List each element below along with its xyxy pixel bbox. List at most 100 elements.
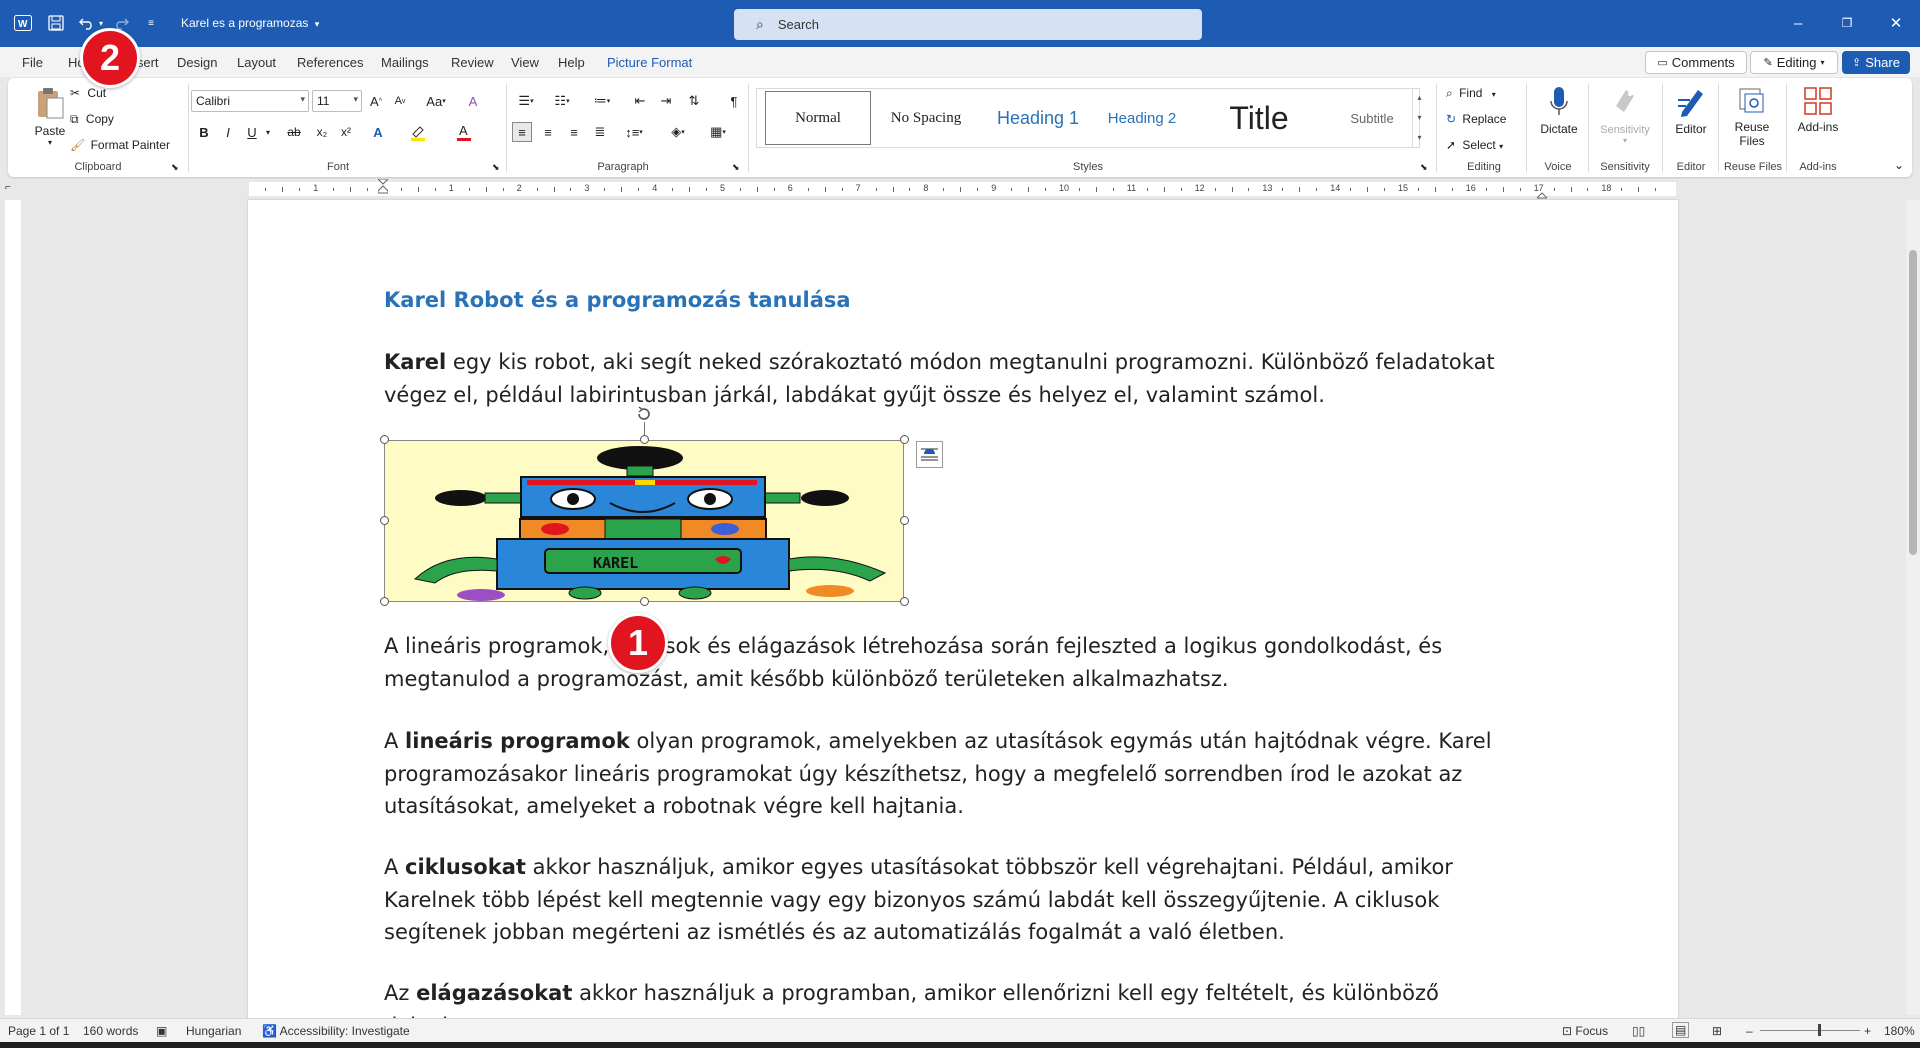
resize-handle-top-left[interactable] <box>380 435 389 444</box>
resize-handle-top[interactable] <box>640 435 649 444</box>
right-indent-marker-icon[interactable] <box>1535 187 1549 199</box>
reuse-files-button[interactable]: Reuse Files <box>1722 86 1782 148</box>
word-count[interactable]: 160 words <box>83 1024 138 1038</box>
style-heading-1[interactable]: Heading 1 <box>983 91 1093 145</box>
clipboard-launcher-icon[interactable]: ⬊ <box>171 162 179 173</box>
chevron-down-icon[interactable]: ▾ <box>258 122 278 142</box>
scrollbar-thumb[interactable] <box>1909 250 1917 555</box>
dictate-button[interactable]: Dictate <box>1532 86 1586 136</box>
format-painter-button[interactable]: 🖌 Format Painter <box>70 138 170 152</box>
cut-button[interactable]: ✂ Cut <box>70 86 106 100</box>
zoom-level[interactable]: 180% <box>1884 1024 1915 1038</box>
shading-icon[interactable]: ◈ ▾ <box>664 122 692 142</box>
tab-layout[interactable]: Layout <box>237 55 276 70</box>
italic-icon[interactable]: I <box>218 122 238 142</box>
print-layout-icon[interactable]: ▤ <box>1672 1022 1690 1038</box>
paragraph-launcher-icon[interactable]: ⬊ <box>732 162 740 173</box>
paragraph-2[interactable]: A lineáris programok, ciklusok és elágaz… <box>384 630 1534 695</box>
justify-icon[interactable]: ≣ <box>590 122 610 142</box>
change-case-icon[interactable]: Aa ▾ <box>422 91 450 111</box>
style-title[interactable]: Title <box>1197 91 1321 145</box>
comments-button[interactable]: ▭ Comments <box>1645 51 1747 74</box>
tab-review[interactable]: Review <box>451 55 494 70</box>
minimize-icon[interactable]: – <box>1778 10 1818 36</box>
styles-scroll[interactable]: ▴ ▾ ▾ <box>1412 88 1426 148</box>
customize-qat-icon[interactable]: ≡ <box>144 12 158 34</box>
layout-options-button[interactable] <box>916 441 943 468</box>
editor-button[interactable]: Editor <box>1666 86 1716 136</box>
add-ins-button[interactable]: Add-ins <box>1790 86 1846 134</box>
resize-handle-top-right[interactable] <box>900 435 909 444</box>
tab-help[interactable]: Help <box>558 55 585 70</box>
replace-button[interactable]: ↻ Replace <box>1446 112 1506 126</box>
document-heading[interactable]: Karel Robot és a programozás tanulása <box>384 288 851 312</box>
close-icon[interactable]: ✕ <box>1876 10 1916 36</box>
proofing-icon[interactable]: ▣ <box>156 1024 167 1038</box>
paragraph-loops[interactable]: A ciklusokat akkor használjuk, amikor eg… <box>384 851 1534 949</box>
word-app-icon[interactable]: W <box>12 12 34 34</box>
zoom-out-icon[interactable]: – <box>1746 1024 1753 1038</box>
select-button[interactable]: ➚ Select ▾ <box>1446 138 1503 152</box>
shrink-font-icon[interactable]: Av <box>390 91 410 111</box>
subscript-icon[interactable]: x₂ <box>312 122 332 142</box>
document-page[interactable]: Karel Robot és a programozás tanulása Ka… <box>248 200 1678 1020</box>
style-no-spacing[interactable]: No Spacing <box>873 91 979 145</box>
accessibility-status[interactable]: ♿ Accessibility: Investigate <box>262 1024 410 1038</box>
sensitivity-button[interactable]: Sensitivity ▾ <box>1592 86 1658 145</box>
editing-mode-button[interactable]: ✎ Editing ▾ <box>1750 51 1838 74</box>
align-right-icon[interactable]: ≡ <box>564 122 584 142</box>
indent-marker-icon[interactable] <box>376 178 390 199</box>
style-heading-2[interactable]: Heading 2 <box>1095 91 1189 145</box>
show-formatting-icon[interactable]: ¶ <box>724 91 744 111</box>
style-normal[interactable]: Normal <box>765 91 871 145</box>
page-count[interactable]: Page 1 of 1 <box>8 1024 69 1038</box>
paragraph-branches[interactable]: Az elágazásokat akkor használjuk a progr… <box>384 977 1534 1020</box>
increase-indent-icon[interactable]: ⇥ <box>656 91 676 111</box>
resize-handle-left[interactable] <box>380 516 389 525</box>
tab-view[interactable]: View <box>511 55 539 70</box>
karel-robot-image[interactable]: KAREL <box>384 440 904 602</box>
share-button[interactable]: ⇪ Share <box>1842 51 1910 74</box>
resize-handle-bottom-left[interactable] <box>380 597 389 606</box>
superscript-icon[interactable]: x² <box>336 122 356 142</box>
tab-references[interactable]: References <box>297 55 363 70</box>
style-subtitle[interactable]: Subtitle <box>1323 91 1421 145</box>
tab-file[interactable]: File <box>22 55 43 70</box>
align-center-icon[interactable]: ≡ <box>538 122 558 142</box>
search-input[interactable]: ⌕ Search <box>734 9 1202 40</box>
read-mode-icon[interactable]: ▯▯ <box>1632 1024 1645 1038</box>
font-family-select[interactable]: Calibri ▾ <box>191 90 309 112</box>
styles-launcher-icon[interactable]: ⬊ <box>1420 162 1428 173</box>
borders-icon[interactable]: ▦ ▾ <box>704 122 732 142</box>
paragraph-linear-programs[interactable]: A lineáris programok olyan programok, am… <box>384 725 1534 823</box>
text-effects-icon[interactable]: A <box>368 122 388 142</box>
multilevel-list-icon[interactable]: ≔ ▾ <box>588 91 616 111</box>
document-title[interactable]: Karel es a programozas ▾ <box>181 16 319 30</box>
tab-mailings[interactable]: Mailings <box>381 55 429 70</box>
font-launcher-icon[interactable]: ⬊ <box>492 162 500 173</box>
decrease-indent-icon[interactable]: ⇤ <box>630 91 650 111</box>
clear-formatting-icon[interactable]: A <box>463 91 483 111</box>
tab-design[interactable]: Design <box>177 55 217 70</box>
collapse-ribbon-icon[interactable]: ⌄ <box>1894 158 1904 172</box>
zoom-slider[interactable] <box>1760 1030 1860 1031</box>
strikethrough-icon[interactable]: ab <box>284 122 304 142</box>
resize-handle-bottom[interactable] <box>640 597 649 606</box>
tab-picture-format[interactable]: Picture Format <box>607 55 692 70</box>
grow-font-icon[interactable]: A ^ <box>366 91 386 111</box>
language-indicator[interactable]: Hungarian <box>186 1024 241 1038</box>
find-button[interactable]: ⌕ Find ▾ <box>1446 86 1496 101</box>
tab-selector-icon[interactable]: ⌐ <box>5 182 11 193</box>
resize-handle-right[interactable] <box>900 516 909 525</box>
font-size-select[interactable]: 11 ▾ <box>312 90 362 112</box>
bold-icon[interactable]: B <box>194 122 214 142</box>
vertical-scrollbar[interactable] <box>1906 200 1920 1015</box>
numbering-icon[interactable]: ☷ ▾ <box>548 91 576 111</box>
web-layout-icon[interactable]: ⊞ <box>1712 1024 1722 1038</box>
highlight-icon[interactable] <box>408 122 428 142</box>
paste-button[interactable]: Paste ▾ <box>26 86 74 147</box>
line-spacing-icon[interactable]: ↕≡ ▾ <box>620 122 648 142</box>
zoom-in-icon[interactable]: + <box>1864 1024 1871 1038</box>
bullets-icon[interactable]: ☰ ▾ <box>512 91 540 111</box>
focus-button[interactable]: ⊡ Focus <box>1562 1024 1608 1038</box>
